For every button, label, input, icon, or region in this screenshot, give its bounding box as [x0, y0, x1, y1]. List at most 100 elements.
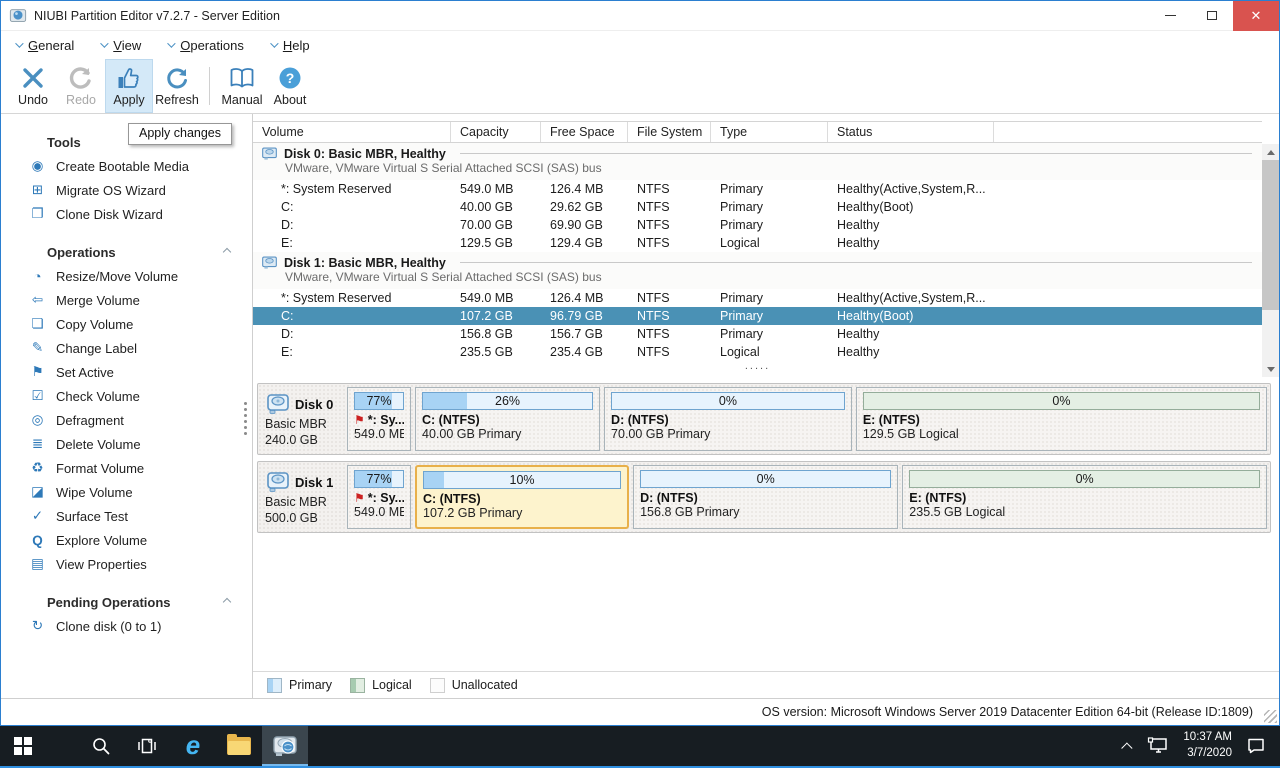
menu-general[interactable]: General: [15, 38, 74, 53]
column-header-free-space[interactable]: Free Space: [541, 122, 628, 142]
divider: [460, 262, 1252, 263]
partition-block-disk0-d[interactable]: 0% D: (NTFS) 70.00 GB Primary: [604, 387, 852, 451]
sidebar-item-clone-disk-wizard[interactable]: ❐ Clone Disk Wizard: [1, 202, 252, 226]
column-header-volume[interactable]: Volume: [253, 122, 451, 142]
undo-x-icon: [20, 65, 46, 91]
disk1-info[interactable]: Disk 1 Basic MBR 500.0 GB: [261, 465, 343, 529]
column-header-capacity[interactable]: Capacity: [451, 122, 541, 142]
column-header-type[interactable]: Type: [711, 122, 828, 142]
disk0-info[interactable]: Disk 0 Basic MBR 240.0 GB: [261, 387, 343, 451]
table-row[interactable]: *: System Reserved 549.0 MB 126.4 MB NTF…: [253, 289, 1262, 307]
partition-block-disk1-e[interactable]: 0% E: (NTFS) 235.5 GB Logical: [902, 465, 1267, 529]
sidebar-item-merge-volume[interactable]: ⇦ Merge Volume: [1, 288, 252, 312]
table-row[interactable]: D: 156.8 GB 156.7 GB NTFS Primary Health…: [253, 325, 1262, 343]
column-header-status[interactable]: Status: [828, 122, 994, 142]
manual-button[interactable]: Manual: [218, 59, 266, 113]
redo-button[interactable]: Redo: [57, 59, 105, 113]
properties-doc-icon: ▤: [29, 556, 46, 572]
refresh-button[interactable]: Refresh: [153, 59, 201, 113]
volume-table: Volume Capacity Free Space File System T…: [253, 121, 1279, 377]
file-explorer-button[interactable]: [216, 726, 262, 766]
sidebar-item-change-label[interactable]: ✎ Change Label: [1, 336, 252, 360]
sidebar-item-migrate-os-wizard[interactable]: ⊞ Migrate OS Wizard: [1, 178, 252, 202]
search-icon: [91, 736, 111, 756]
sidebar-item-delete-volume[interactable]: ≣ Delete Volume: [1, 432, 252, 456]
sidebar-item-format-volume[interactable]: ♻ Format Volume: [1, 456, 252, 480]
status-bar: OS version: Microsoft Windows Server 201…: [1, 698, 1279, 725]
sidebar-item-set-active[interactable]: ⚑ Set Active: [1, 360, 252, 384]
partition-block-disk1-system-reserved[interactable]: 77% ⚑*: Sy... 549.0 MB: [347, 465, 411, 529]
menu-help[interactable]: Help: [270, 38, 310, 53]
folder-icon: [227, 737, 251, 755]
column-header-file-system[interactable]: File System: [628, 122, 711, 142]
copy-icon: ❏: [29, 316, 46, 332]
menu-operations[interactable]: Operations: [167, 38, 244, 53]
scroll-down-arrow[interactable]: [1262, 361, 1279, 377]
merge-arrow-icon: ⇦: [29, 292, 46, 308]
table-row[interactable]: E: 235.5 GB 235.4 GB NTFS Logical Health…: [253, 343, 1262, 361]
taskbar-clock[interactable]: 10:37 AM 3/7/2020: [1183, 730, 1232, 761]
usage-bar: 77%: [354, 470, 404, 488]
task-view-button[interactable]: [124, 726, 170, 766]
table-header: Volume Capacity Free Space File System T…: [253, 121, 1262, 143]
table-row[interactable]: D: 70.00 GB 69.90 GB NTFS Primary Health…: [253, 216, 1262, 234]
network-icon[interactable]: [1147, 737, 1169, 755]
toolbar: Undo Redo Apply Refresh: [1, 59, 1279, 114]
action-center-icon[interactable]: [1246, 737, 1266, 755]
table-row[interactable]: *: System Reserved 549.0 MB 126.4 MB NTF…: [253, 180, 1262, 198]
unallocated-swatch: [430, 678, 445, 693]
magnifier-icon: Q: [29, 533, 46, 548]
chevron-down-icon: [167, 39, 175, 47]
menu-bar: General View Operations Help: [1, 31, 1279, 59]
table-row[interactable]: C: 40.00 GB 29.62 GB NTFS Primary Health…: [253, 198, 1262, 216]
disk-group-header[interactable]: Disk 0: Basic MBR, Healthy VMware, VMwar…: [253, 143, 1262, 180]
apply-button[interactable]: Apply: [105, 59, 153, 113]
splitter-handle[interactable]: [244, 402, 248, 435]
start-button[interactable]: [0, 726, 46, 766]
internet-explorer-button[interactable]: e: [170, 726, 216, 766]
sidebar-item-create-bootable-media[interactable]: ◉ Create Bootable Media: [1, 154, 252, 178]
table-row[interactable]: E: 129.5 GB 129.4 GB NTFS Logical Health…: [253, 234, 1262, 252]
minimize-button[interactable]: [1149, 1, 1191, 31]
undo-button[interactable]: Undo: [9, 59, 57, 113]
partition-block-disk1-c-selected[interactable]: 10% C: (NTFS) 107.2 GB Primary: [415, 465, 629, 529]
partition-block-disk0-e[interactable]: 0% E: (NTFS) 129.5 GB Logical: [856, 387, 1267, 451]
close-icon: ✕: [1251, 8, 1262, 24]
show-hidden-icons-chevron[interactable]: [1122, 742, 1133, 753]
about-question-icon: ?: [277, 65, 303, 91]
pencil-icon: ✎: [29, 340, 46, 356]
sidebar-item-pending-clone-disk[interactable]: ↻ Clone disk (0 to 1): [1, 614, 252, 638]
sidebar-item-defragment[interactable]: ◎ Defragment: [1, 408, 252, 432]
partition-block-disk0-system-reserved[interactable]: 77% ⚑*: Sy... 549.0 MB: [347, 387, 411, 451]
menu-view[interactable]: View: [100, 38, 141, 53]
disk-icon: [261, 146, 278, 161]
sidebar-item-copy-volume[interactable]: ❏ Copy Volume: [1, 312, 252, 336]
partition-block-disk0-c[interactable]: 26% C: (NTFS) 40.00 GB Primary: [415, 387, 600, 451]
niubi-app-taskbar-button[interactable]: [262, 726, 308, 766]
chevron-down-icon: [15, 39, 23, 47]
section-header-pending-operations[interactable]: Pending Operations: [1, 590, 252, 614]
section-header-operations[interactable]: Operations: [1, 240, 252, 264]
close-button[interactable]: ✕: [1233, 1, 1279, 31]
partition-block-disk1-d[interactable]: 0% D: (NTFS) 156.8 GB Primary: [633, 465, 898, 529]
app-window: NIUBI Partition Editor v7.2.7 - Server E…: [0, 0, 1280, 726]
sidebar-item-check-volume[interactable]: ☑ Check Volume: [1, 384, 252, 408]
disk-group-header[interactable]: Disk 1: Basic MBR, Healthy VMware, VMwar…: [253, 252, 1262, 289]
migrate-os-icon: ⊞: [29, 182, 46, 198]
usage-bar: 10%: [423, 471, 621, 489]
sidebar-item-explore-volume[interactable]: Q Explore Volume: [1, 528, 252, 552]
sidebar-item-resize-move-volume[interactable]: ◔ Resize/Move Volume: [1, 264, 252, 288]
vertical-scrollbar[interactable]: [1262, 144, 1279, 377]
resize-grip[interactable]: [1264, 710, 1277, 723]
sidebar-item-view-properties[interactable]: ▤ View Properties: [1, 552, 252, 576]
sidebar-item-surface-test[interactable]: ✓ Surface Test: [1, 504, 252, 528]
maximize-button[interactable]: [1191, 1, 1233, 31]
scroll-up-arrow[interactable]: [1262, 144, 1279, 160]
recycle-icon: ♻: [29, 460, 46, 476]
manual-book-icon: [228, 65, 256, 91]
scrollbar-thumb[interactable]: [1262, 160, 1279, 310]
search-button[interactable]: [78, 726, 124, 766]
about-button[interactable]: ? About: [266, 59, 314, 113]
sidebar-item-wipe-volume[interactable]: ◪ Wipe Volume: [1, 480, 252, 504]
table-row-selected[interactable]: C: 107.2 GB 96.79 GB NTFS Primary Health…: [253, 307, 1262, 325]
